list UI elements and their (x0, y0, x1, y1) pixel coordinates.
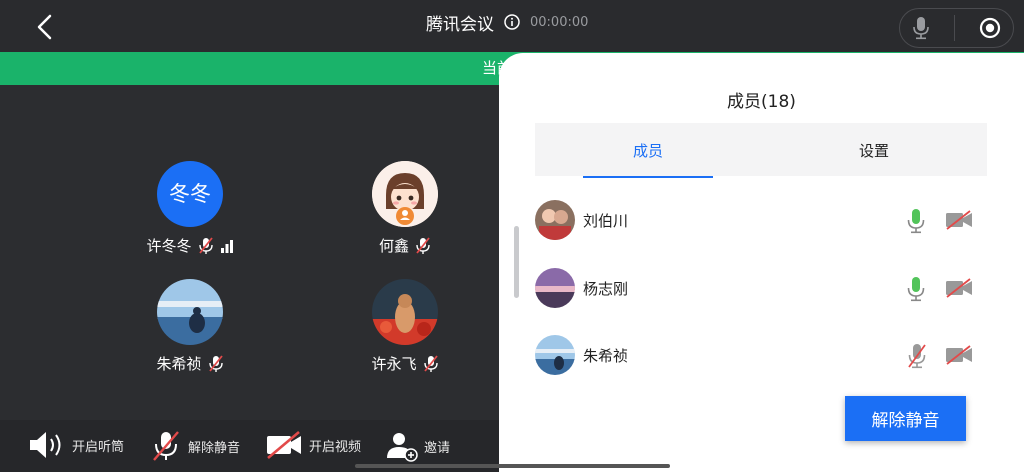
invite-button[interactable]: 邀请 (386, 430, 450, 462)
video-button[interactable]: 开启视频 (265, 430, 361, 460)
top-bar: 腾讯会议 00:00:00 (0, 0, 1024, 52)
scrollbar[interactable] (514, 226, 519, 298)
member-row[interactable]: 刘伯川 (535, 200, 975, 240)
participant-tile[interactable]: 何鑫 (345, 161, 465, 256)
member-name: 杨志刚 (583, 279, 629, 298)
avatar-astronaut-image (372, 279, 438, 345)
unmute-button[interactable]: 解除静音 (845, 396, 966, 441)
participant-tile[interactable]: 朱希祯 (130, 279, 250, 374)
unmute-toolbar-button[interactable]: 解除静音 (150, 430, 240, 462)
video-off-icon (267, 431, 301, 459)
avatar (372, 279, 438, 345)
avatar-people-image (535, 200, 575, 240)
invite-label: 邀请 (424, 440, 451, 456)
info-icon[interactable] (504, 14, 520, 30)
avatar (372, 161, 438, 227)
member-row[interactable]: 杨志刚 (535, 268, 975, 308)
panel-tabs: 成员 设置 (535, 123, 987, 178)
meeting-timer: 00:00:00 (530, 14, 589, 30)
participant-tile[interactable]: 冬冬 许冬冬 (130, 161, 250, 256)
avatar-initials: 冬冬 (169, 182, 211, 206)
member-name: 朱希祯 (583, 346, 629, 365)
record-icon[interactable] (979, 17, 1001, 39)
member-name: 刘伯川 (583, 211, 629, 230)
participant-name: 朱希祯 (156, 355, 202, 373)
meeting-title-area: 腾讯会议 00:00:00 (426, 10, 589, 35)
avatar (535, 335, 575, 375)
avatar (535, 200, 575, 240)
tab-members[interactable]: 成员 (535, 123, 761, 178)
participant-name: 许冬冬 (146, 237, 192, 255)
microphone-icon[interactable] (912, 16, 930, 40)
add-user-icon (387, 433, 418, 462)
participant-tile[interactable]: 许永飞 (345, 279, 465, 374)
avatar-sea-image (535, 335, 575, 375)
chevron-left-icon[interactable] (30, 12, 60, 42)
speaker-icon (30, 432, 61, 458)
avatar: 冬冬 (157, 161, 223, 227)
mic-muted-icon (423, 354, 438, 372)
unmute-label: 解除静音 (188, 440, 241, 456)
avatar-girl-image (372, 161, 438, 227)
avatar-sea-image (157, 279, 223, 345)
speaker-button[interactable]: 开启听筒 (28, 430, 124, 460)
members-panel: 成员(18) 成员 设置 刘伯川 杨志刚 朱希祯 解除静音 (499, 53, 1024, 472)
video-off-icon[interactable] (945, 345, 973, 365)
mic-active-icon[interactable] (907, 276, 925, 302)
avatar-sunset-image (535, 268, 575, 308)
mic-muted-icon (198, 236, 213, 254)
meeting-title: 腾讯会议 (426, 14, 494, 35)
video-off-icon[interactable] (945, 278, 973, 298)
signal-icon (220, 239, 233, 253)
video-label: 开启视频 (309, 439, 362, 455)
speaker-label: 开启听筒 (72, 439, 125, 455)
avatar (157, 279, 223, 345)
video-off-icon[interactable] (945, 210, 973, 230)
home-indicator[interactable] (355, 464, 670, 468)
mic-muted-icon (416, 236, 430, 254)
mic-muted-icon[interactable] (907, 343, 927, 369)
top-right-controls (899, 8, 1014, 48)
mic-muted-icon (208, 354, 223, 372)
tab-settings[interactable]: 设置 (761, 123, 987, 176)
participant-name: 许永飞 (371, 355, 417, 373)
divider (954, 15, 955, 41)
mic-muted-icon (153, 431, 179, 461)
mic-active-icon[interactable] (907, 208, 925, 234)
participant-name: 何鑫 (378, 237, 409, 255)
avatar (535, 268, 575, 308)
panel-title: 成员(18) (727, 92, 796, 112)
member-row[interactable]: 朱希祯 (535, 335, 975, 375)
